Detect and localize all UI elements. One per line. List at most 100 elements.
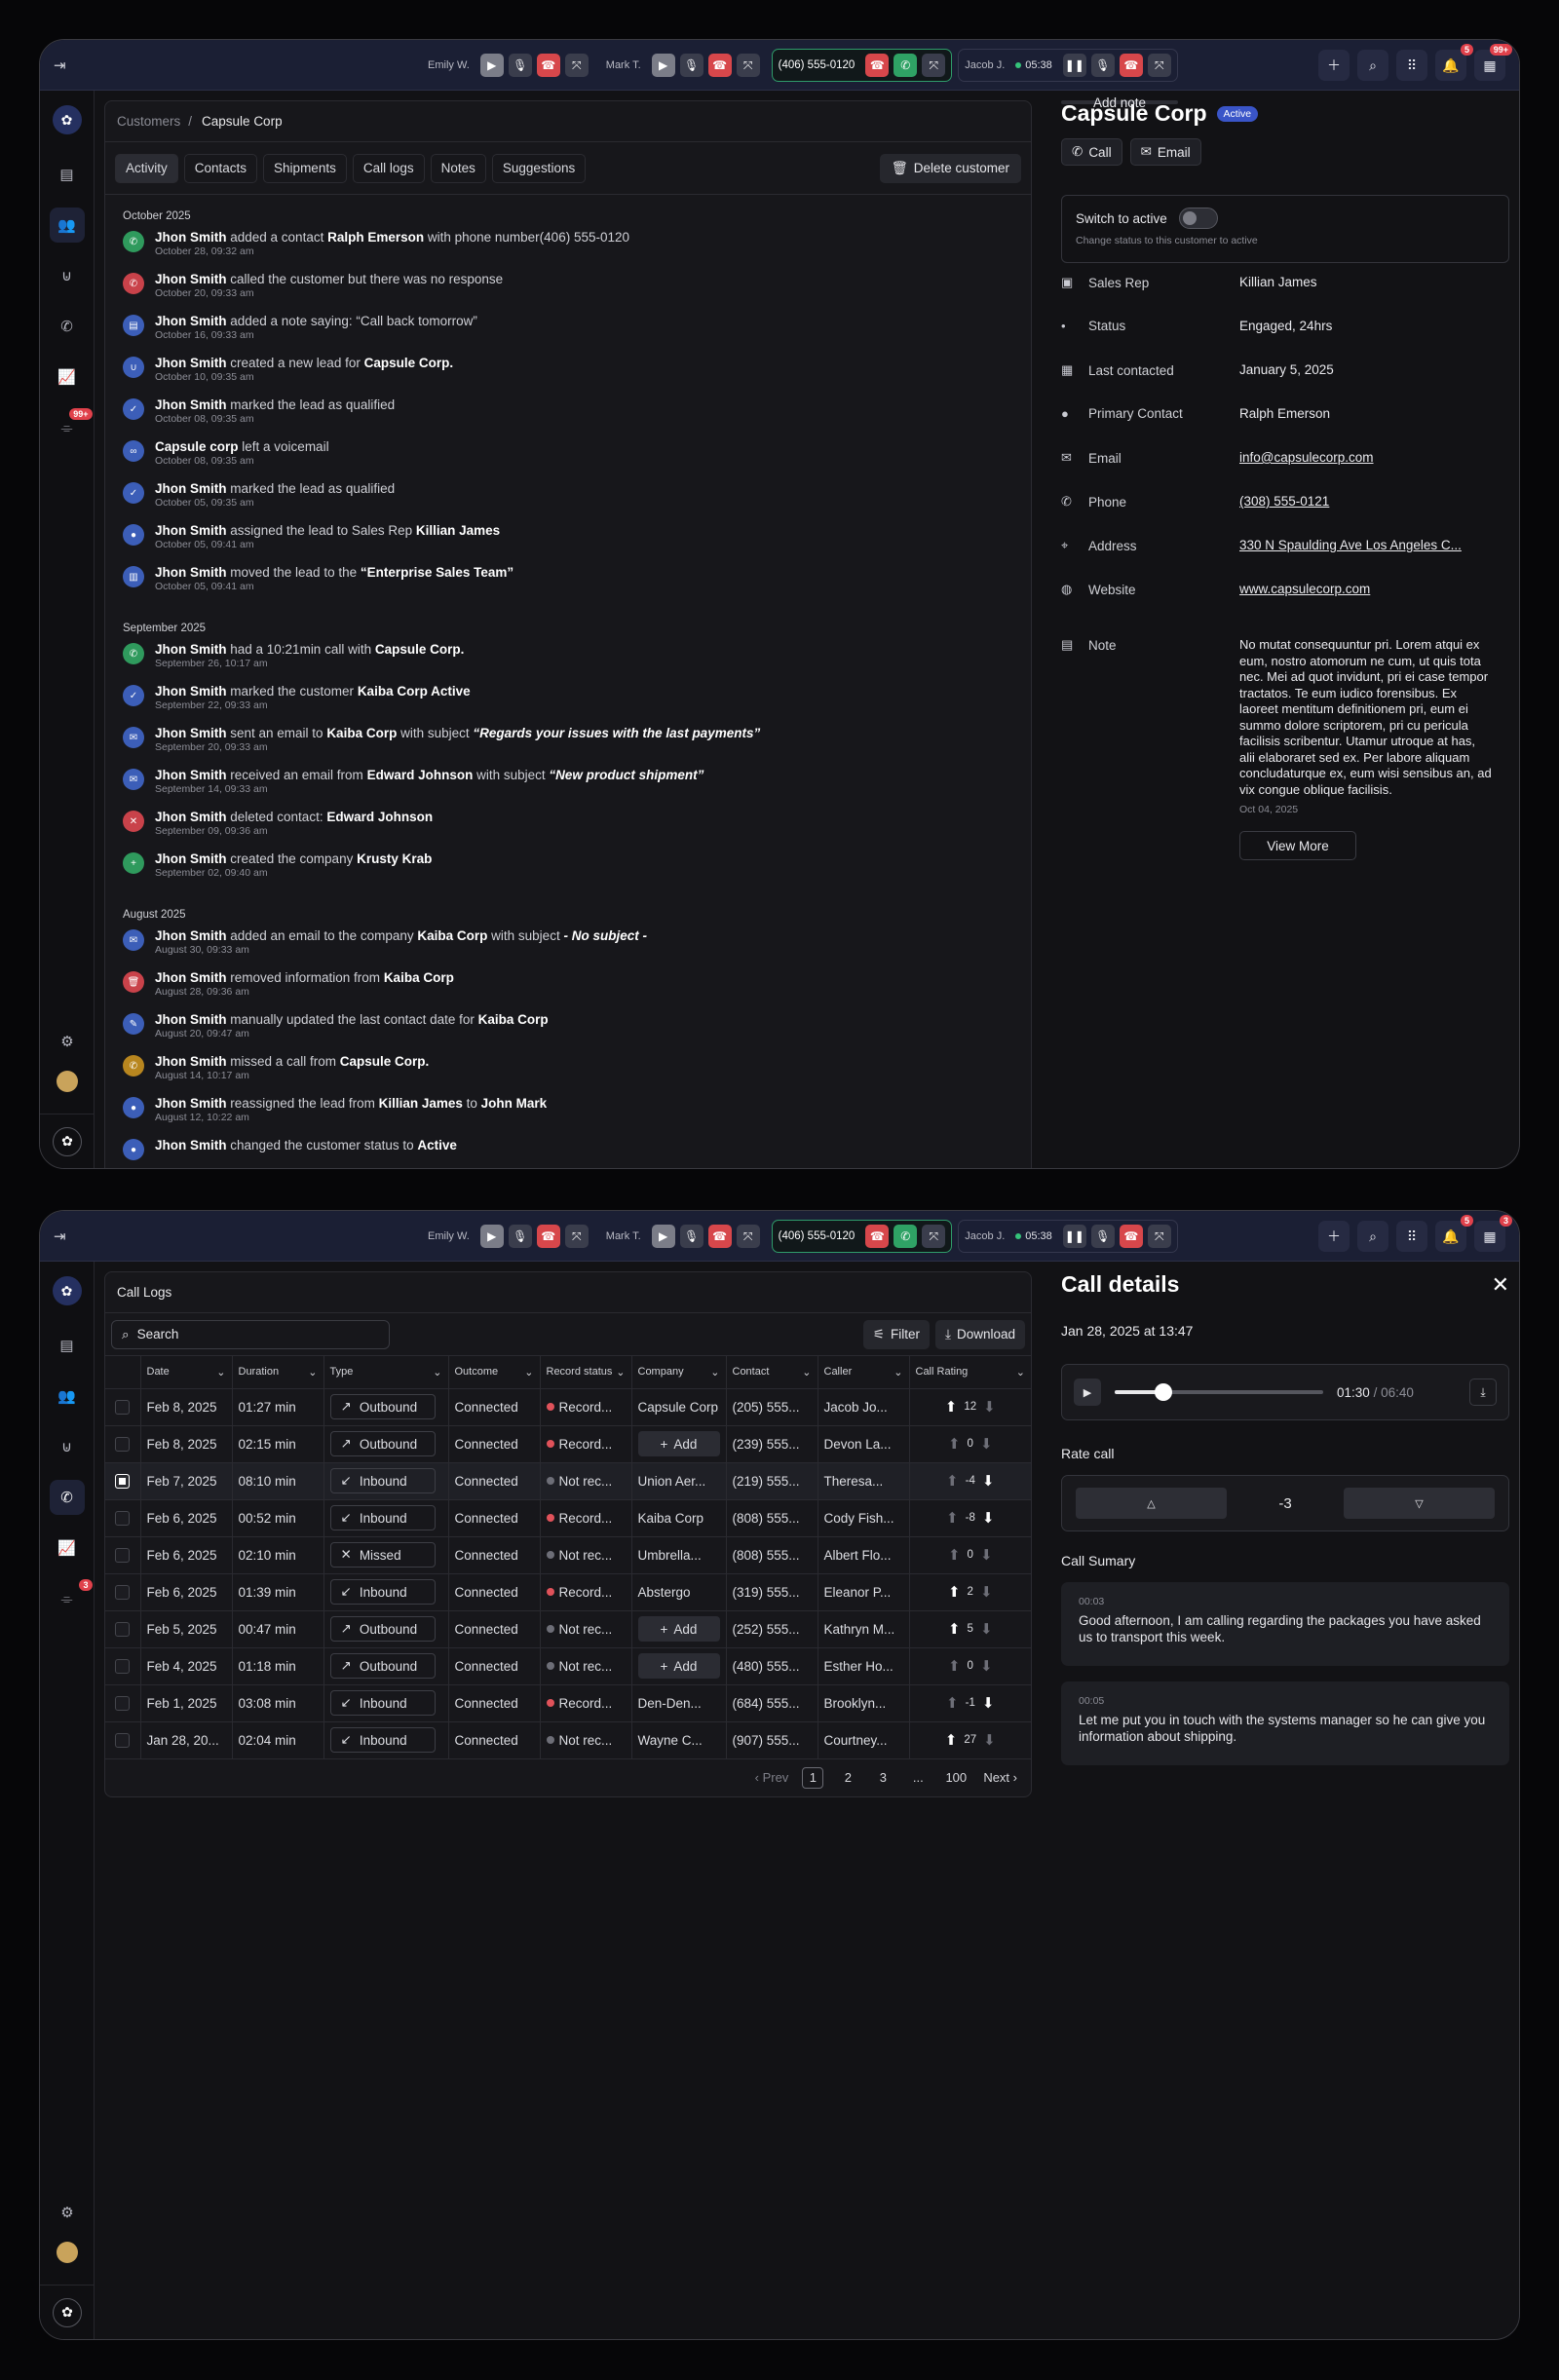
activity-item[interactable]: 🗑 Jhon Smith removed information from Kai… — [123, 970, 1013, 1012]
page-1-button[interactable]: 1 — [802, 1766, 824, 1789]
close-icon[interactable]: ✕ — [1492, 1272, 1509, 1298]
email-button[interactable]: ✉ Email — [1129, 138, 1201, 166]
decline-icon[interactable]: ☎ — [865, 54, 890, 77]
arrow-down-icon[interactable]: ⬇ — [980, 1546, 993, 1564]
mic-icon[interactable]: 🎙 — [679, 54, 703, 77]
arrow-down-icon[interactable]: ⬇ — [983, 1731, 996, 1749]
col-caller[interactable]: Caller ⌄ — [818, 1356, 910, 1389]
add-company-button[interactable]: + Add — [637, 1616, 720, 1642]
row-checkbox[interactable] — [115, 1436, 131, 1452]
col-record-status[interactable]: Record status ⌄ — [540, 1356, 632, 1389]
hangup-icon[interactable]: ☎ — [1119, 54, 1143, 77]
dialpad-icon[interactable]: ⠿ — [1396, 1221, 1427, 1252]
breadcrumb-root[interactable]: Customers — [117, 114, 180, 129]
row-checkbox[interactable] — [115, 1399, 131, 1415]
dashboard-icon[interactable]: ▤ — [50, 157, 85, 192]
dashboard-icon[interactable]: ▤ — [50, 1328, 85, 1363]
calls-icon[interactable]: ✆ — [50, 309, 85, 344]
activity-item[interactable]: ∪ Jhon Smith created a new lead for Capsu… — [123, 356, 1013, 397]
activity-item[interactable]: ✓ Jhon Smith marked the customer Kaiba Co… — [123, 684, 1013, 726]
view-more-button[interactable]: View More — [1239, 831, 1356, 860]
collapse-sidebar-icon[interactable]: ⇥ — [54, 57, 77, 74]
mic-icon[interactable]: 🎙 — [508, 54, 532, 77]
row-checkbox[interactable] — [115, 1658, 131, 1674]
table-row[interactable]: Feb 8, 2025 01:27 min ↗ Outbound Connected Re… — [105, 1388, 1031, 1426]
mic-icon[interactable]: 🎙 — [679, 1225, 703, 1248]
table-row[interactable]: Feb 6, 2025 00:52 min ↙ Inbound Connected Rec… — [105, 1499, 1031, 1537]
decline-icon[interactable]: ☎ — [865, 1225, 890, 1248]
play-icon[interactable]: ▶ — [651, 1225, 675, 1248]
arrow-up-icon[interactable]: ⬆ — [945, 1731, 958, 1749]
hangup-icon[interactable]: ☎ — [1119, 1225, 1143, 1248]
play-icon[interactable]: ▶ — [479, 1225, 504, 1248]
page-100-button[interactable]: 100 — [942, 1767, 970, 1789]
activity-item[interactable]: ✓ Jhon Smith marked the lead as qualified… — [123, 397, 1013, 439]
activity-item[interactable]: + Jhon Smith created the company Krusty K… — [123, 851, 1013, 893]
avatar[interactable] — [57, 2242, 78, 2263]
pause-icon[interactable]: ❚❚ — [1062, 54, 1086, 77]
bell-icon[interactable]: 🔔 5 — [1435, 1215, 1473, 1252]
transfer-icon[interactable]: ⤧ — [922, 1225, 946, 1248]
detail-value[interactable]: (308) 555-0121 — [1239, 494, 1329, 509]
tab-notes[interactable]: Notes — [430, 153, 486, 183]
row-checkbox[interactable] — [115, 1695, 131, 1711]
hangup-icon[interactable]: ☎ — [707, 54, 732, 77]
table-row[interactable]: Feb 1, 2025 03:08 min ↙ Inbound Connected Rec… — [105, 1684, 1031, 1722]
mic-icon[interactable]: 🎙 — [508, 1225, 532, 1248]
active-toggle[interactable] — [1178, 208, 1218, 229]
arrow-up-icon[interactable]: ⬆ — [948, 1435, 961, 1453]
activity-item[interactable]: ● Jhon Smith changed the customer status … — [123, 1138, 1013, 1168]
plus-icon[interactable]: ＋ — [1318, 1221, 1350, 1252]
col-duration[interactable]: Duration ⌄ — [232, 1356, 324, 1389]
transfer-icon[interactable]: ⤧ — [736, 54, 760, 77]
prev-page-button[interactable]: ‹ Prev — [755, 1770, 789, 1785]
filter-button[interactable]: ⚟ Filter — [862, 1319, 930, 1349]
arrow-up-icon[interactable]: ⬆ — [948, 1657, 961, 1675]
downvote-button[interactable]: ▽ — [1344, 1488, 1495, 1519]
activity-item[interactable]: ✆ Jhon Smith had a 10:21min call with Cap… — [123, 642, 1013, 684]
search-icon[interactable]: ⌕ — [1357, 1221, 1388, 1252]
table-row[interactable]: Feb 6, 2025 01:39 min ↙ Inbound Connected Rec… — [105, 1573, 1031, 1611]
tab-suggestions[interactable]: Suggestions — [491, 153, 587, 183]
arrow-down-icon[interactable]: ⬇ — [980, 1435, 993, 1453]
table-row[interactable]: Feb 6, 2025 02:10 min ✕ Missed Connected Not … — [105, 1536, 1031, 1574]
transfer-icon[interactable]: ⤧ — [564, 1225, 589, 1248]
activity-item[interactable]: ✎ Jhon Smith manually updated the last co… — [123, 1012, 1013, 1054]
collapse-sidebar-icon[interactable]: ⇥ — [54, 1228, 77, 1245]
search-input[interactable]: ⌕ Search — [111, 1319, 390, 1349]
accept-icon[interactable]: ✆ — [894, 54, 918, 77]
activity-item[interactable]: ✉ Jhon Smith received an email from Edwar… — [123, 768, 1013, 810]
activity-item[interactable]: ✕ Jhon Smith deleted contact: Edward John… — [123, 810, 1013, 851]
arrow-down-icon[interactable]: ⬇ — [980, 1620, 993, 1638]
row-checkbox[interactable] — [115, 1473, 131, 1489]
activity-item[interactable]: ● Jhon Smith reassigned the lead from Kil… — [123, 1096, 1013, 1138]
calendar-icon[interactable]: ▦ 99+ — [1474, 44, 1512, 81]
next-page-button[interactable]: Next › — [983, 1770, 1017, 1785]
arrow-up-icon[interactable]: ⬆ — [948, 1546, 961, 1564]
table-row[interactable]: Feb 5, 2025 00:47 min ↗ Outbound Connected No… — [105, 1610, 1031, 1648]
arrow-up-icon[interactable]: ⬆ — [945, 1398, 958, 1416]
col-contact[interactable]: Contact ⌄ — [726, 1356, 818, 1389]
mic-icon[interactable]: 🎙 — [1090, 54, 1115, 77]
sidebar-logo[interactable]: ✿ — [50, 1273, 85, 1308]
progress-knob[interactable] — [1155, 1383, 1173, 1401]
activity-item[interactable]: ✆ Jhon Smith missed a call from Capsule C… — [123, 1054, 1013, 1096]
dialpad-icon[interactable]: ⠿ — [1396, 50, 1427, 81]
col-call-rating[interactable]: Call Rating ⌄ — [909, 1356, 1031, 1389]
row-checkbox[interactable] — [115, 1547, 131, 1563]
tab-call-logs[interactable]: Call logs — [352, 153, 425, 183]
arrow-down-icon[interactable]: ⬇ — [980, 1583, 993, 1601]
settings-icon[interactable]: ⚙ — [50, 2195, 85, 2230]
table-row[interactable]: Feb 8, 2025 02:15 min ↗ Outbound Connected Re… — [105, 1425, 1031, 1463]
play-icon[interactable]: ▶ — [1074, 1379, 1101, 1406]
row-checkbox[interactable] — [115, 1510, 131, 1526]
detail-value[interactable]: info@capsulecorp.com — [1239, 450, 1374, 465]
col-company[interactable]: Company ⌄ — [631, 1356, 727, 1389]
activity-item[interactable]: ▤ Jhon Smith added a note saying: “Call b… — [123, 314, 1013, 356]
mic-icon[interactable]: 🎙 — [1090, 1225, 1115, 1248]
table-row[interactable]: Jan 28, 20... 02:04 min ↙ Inbound Connected N… — [105, 1721, 1031, 1759]
download-icon[interactable]: ⤓ — [1469, 1379, 1497, 1406]
audio-progress-slider[interactable] — [1115, 1383, 1323, 1401]
workspace-switch[interactable]: ✿ — [40, 2285, 95, 2339]
calls-icon[interactable]: ✆ — [49, 1480, 85, 1515]
